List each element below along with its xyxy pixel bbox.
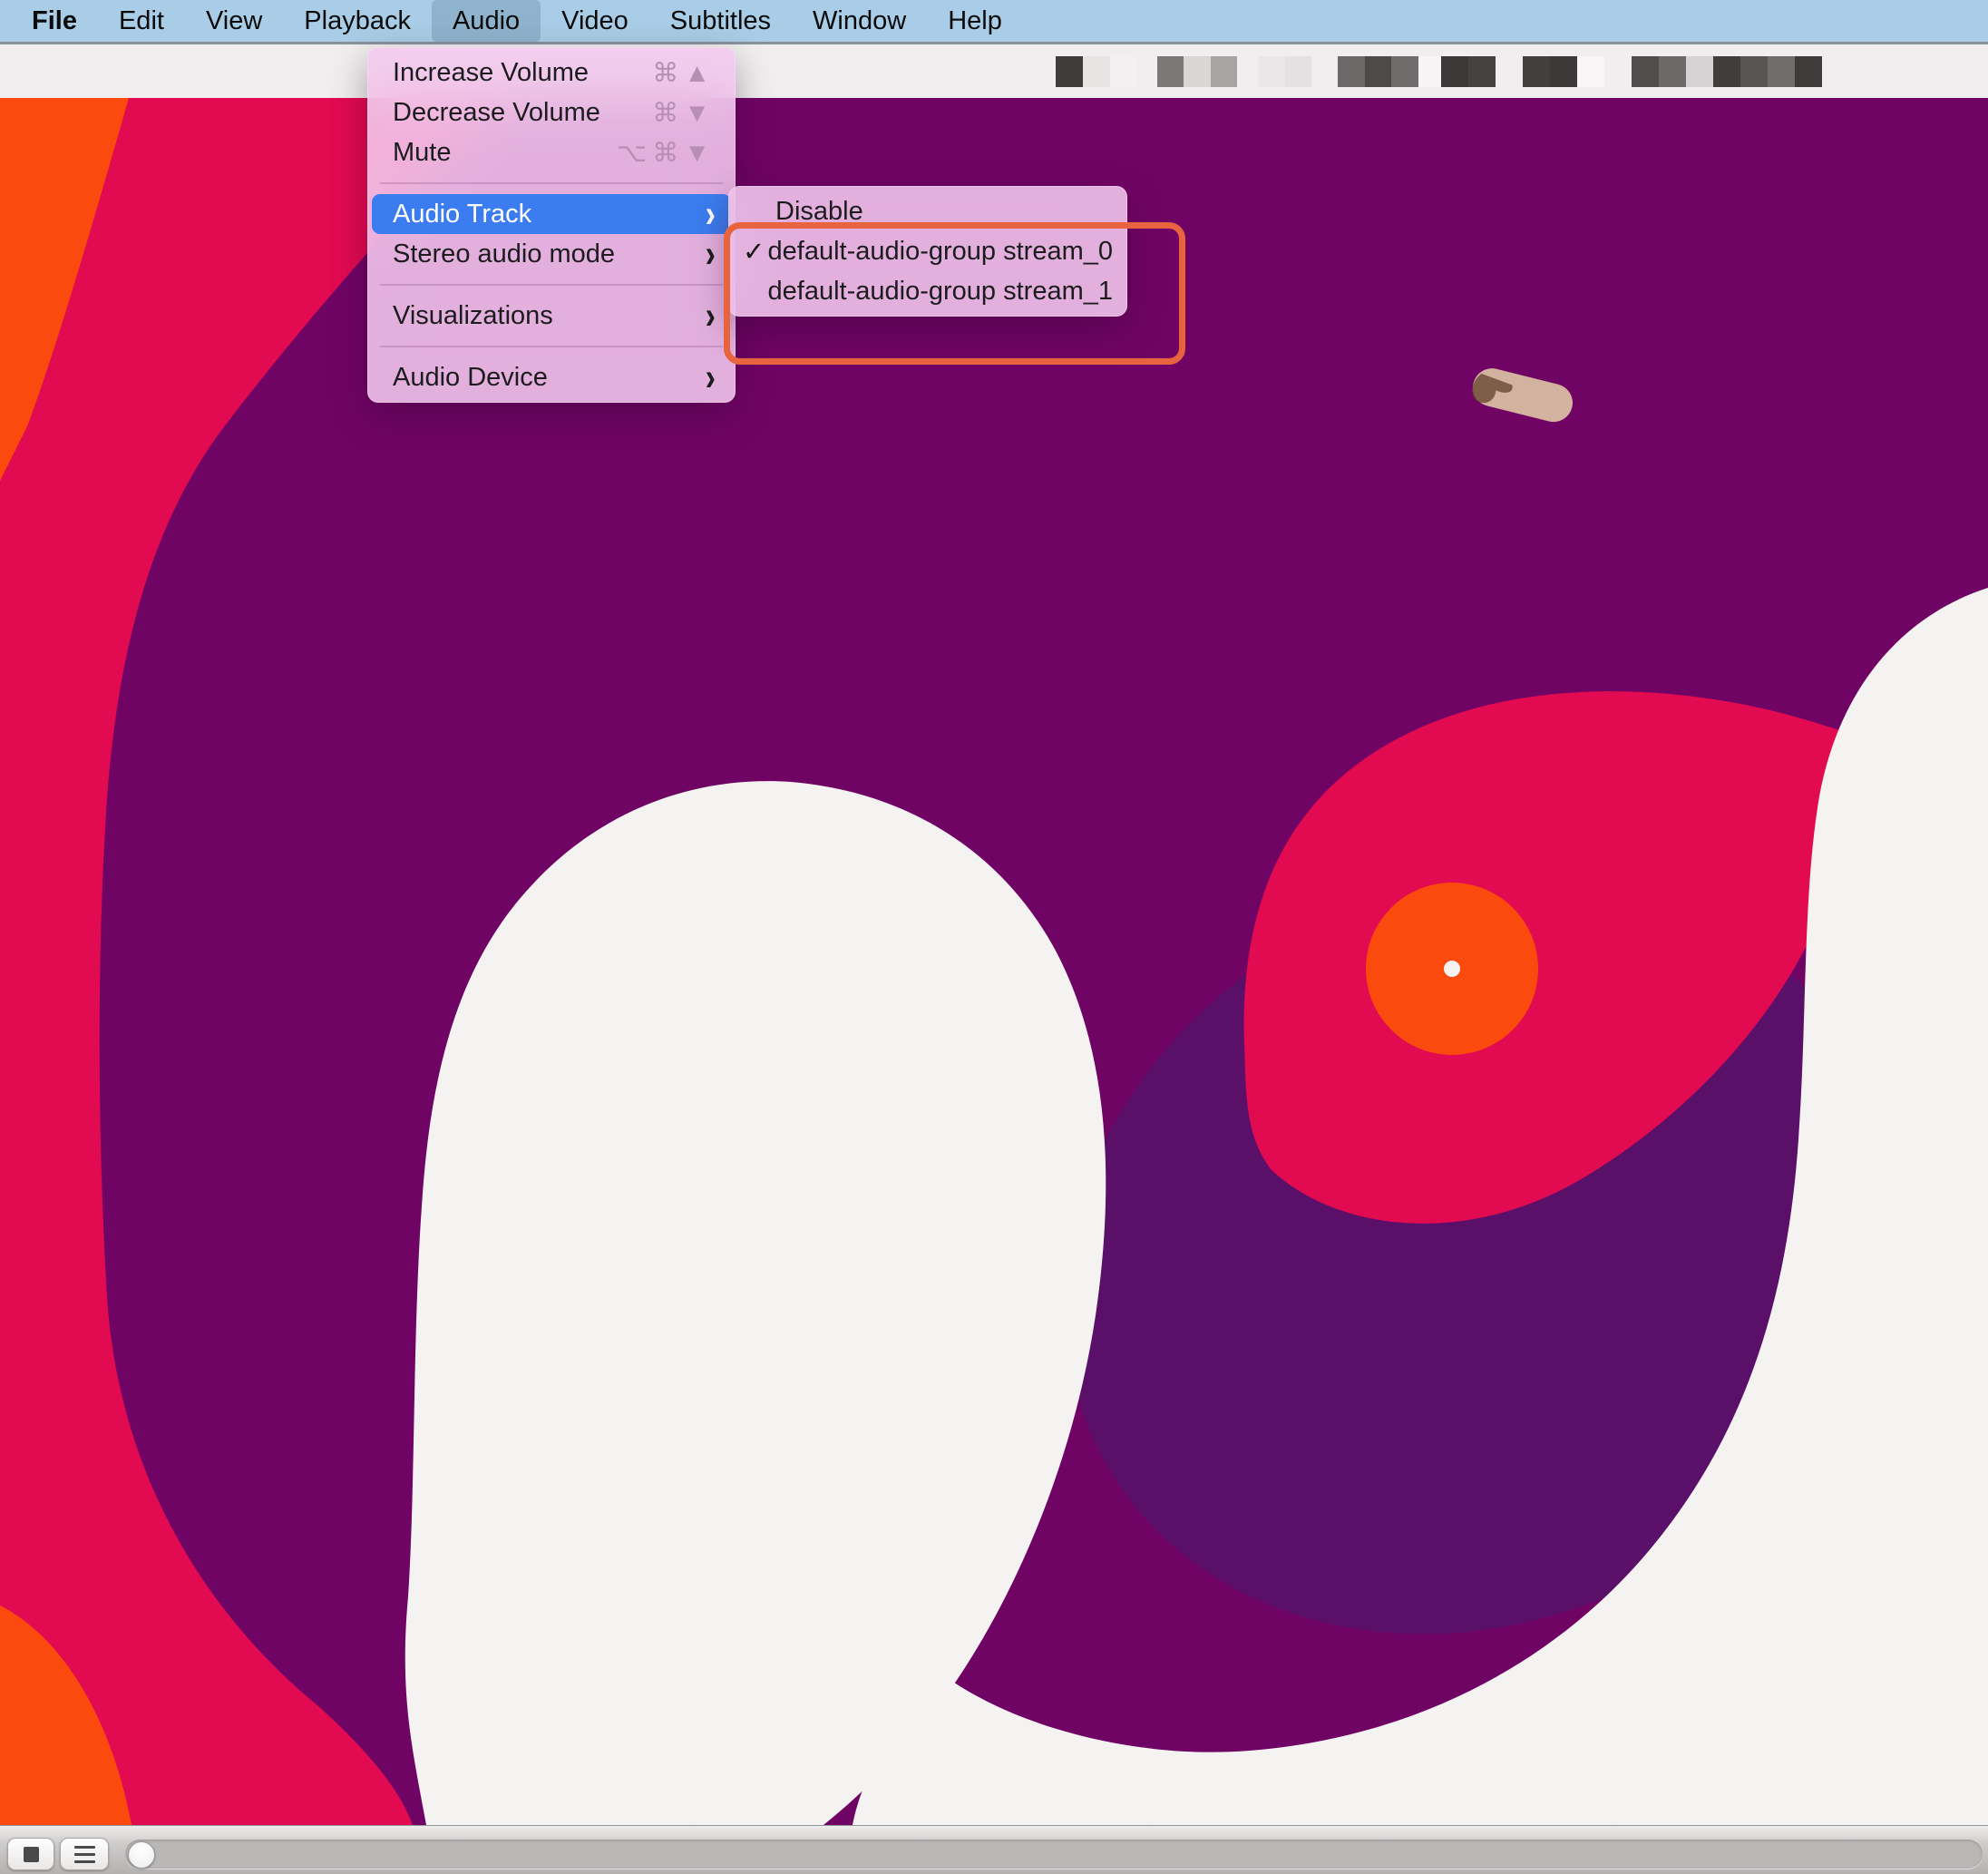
shortcut-label: ⌥⌘▼ [617,137,716,169]
pixel-block [1768,56,1795,87]
menu-separator [380,346,723,347]
menu-item-increase-volume[interactable]: Increase Volume ⌘▲ [367,53,736,93]
menu-item-audio-track[interactable]: Audio Track › [372,194,731,234]
chevron-right-icon: › [706,353,716,403]
pixelated-blocks [1056,56,1822,87]
control-bar [0,1825,1988,1874]
stop-button[interactable] [7,1838,54,1870]
menubar-item-view[interactable]: View [185,0,283,42]
pixel-block [1659,56,1686,87]
pixel-block [1713,56,1740,87]
submenu-item-stream-0[interactable]: ✓ default-audio-group stream_0 [728,231,1127,271]
shortcut-label: ⌘▲ [652,57,716,89]
pixel-block [1468,56,1496,87]
pixel-block [1550,56,1577,87]
shortcut-label: ⌘▼ [652,97,716,129]
playlist-icon [74,1846,95,1863]
submenu-item-stream-1[interactable]: default-audio-group stream_1 [728,271,1127,311]
pixel-block [1157,56,1184,87]
checkmark-icon: ✓ [743,236,768,268]
pixel-block [1523,56,1550,87]
pixel-block [1577,56,1604,87]
pixel-block [1391,56,1418,87]
menubar-item-playback[interactable]: Playback [283,0,432,42]
menubar-item-subtitles[interactable]: Subtitles [649,0,792,42]
menu-separator [380,284,723,286]
pixel-block [1285,56,1311,87]
menubar-item-file[interactable]: File [11,0,98,42]
menu-item-decrease-volume[interactable]: Decrease Volume ⌘▼ [367,93,736,132]
pixel-block [1056,56,1083,87]
pixel-block [1110,56,1137,87]
menu-item-mute[interactable]: Mute ⌥⌘▼ [367,132,736,172]
playlist-button[interactable] [60,1838,109,1870]
pixel-block [1237,56,1258,87]
pixel-block [1604,56,1632,87]
menubar-item-help[interactable]: Help [927,0,1023,42]
pixel-block [1365,56,1391,87]
pixel-block [1338,56,1365,87]
audio-menu: Increase Volume ⌘▲ Decrease Volume ⌘▼ Mu… [367,47,736,403]
pixel-block [1795,56,1822,87]
pixel-block [1184,56,1211,87]
pixel-block [1496,56,1523,87]
pixel-block [1632,56,1659,87]
pixel-block [1211,56,1237,87]
pixel-block [1686,56,1713,87]
chevron-right-icon: › [706,291,716,341]
pixel-block [1258,56,1285,87]
chevron-right-icon: › [706,229,716,279]
pixel-block [1137,56,1157,87]
seek-slider[interactable] [125,1840,1983,1869]
menu-item-audio-device[interactable]: Audio Device › [367,357,736,397]
video-white-dot [1444,961,1460,977]
menu-item-visualizations[interactable]: Visualizations › [367,296,736,336]
menubar-item-video[interactable]: Video [541,0,649,42]
submenu-item-disable[interactable]: Disable [728,191,1127,231]
pixel-block [1441,56,1468,87]
menubar-item-edit[interactable]: Edit [98,0,185,42]
menubar-item-audio[interactable]: Audio [432,0,541,42]
video-top-strip [0,44,1988,98]
menu-separator [380,182,723,184]
pixel-block [1418,56,1441,87]
menubar-item-window[interactable]: Window [792,0,927,42]
audio-track-submenu: Disable ✓ default-audio-group stream_0 d… [728,186,1127,317]
pixel-block [1311,56,1338,87]
player-window: File Edit View Playback Audio Video Subt… [0,0,1988,1874]
pixel-block [1740,56,1768,87]
stop-icon [24,1847,39,1862]
menu-item-stereo-audio-mode[interactable]: Stereo audio mode › [367,234,736,274]
pixel-block [1083,56,1110,87]
menu-bar: File Edit View Playback Audio Video Subt… [0,0,1988,44]
seek-knob[interactable] [128,1841,155,1869]
